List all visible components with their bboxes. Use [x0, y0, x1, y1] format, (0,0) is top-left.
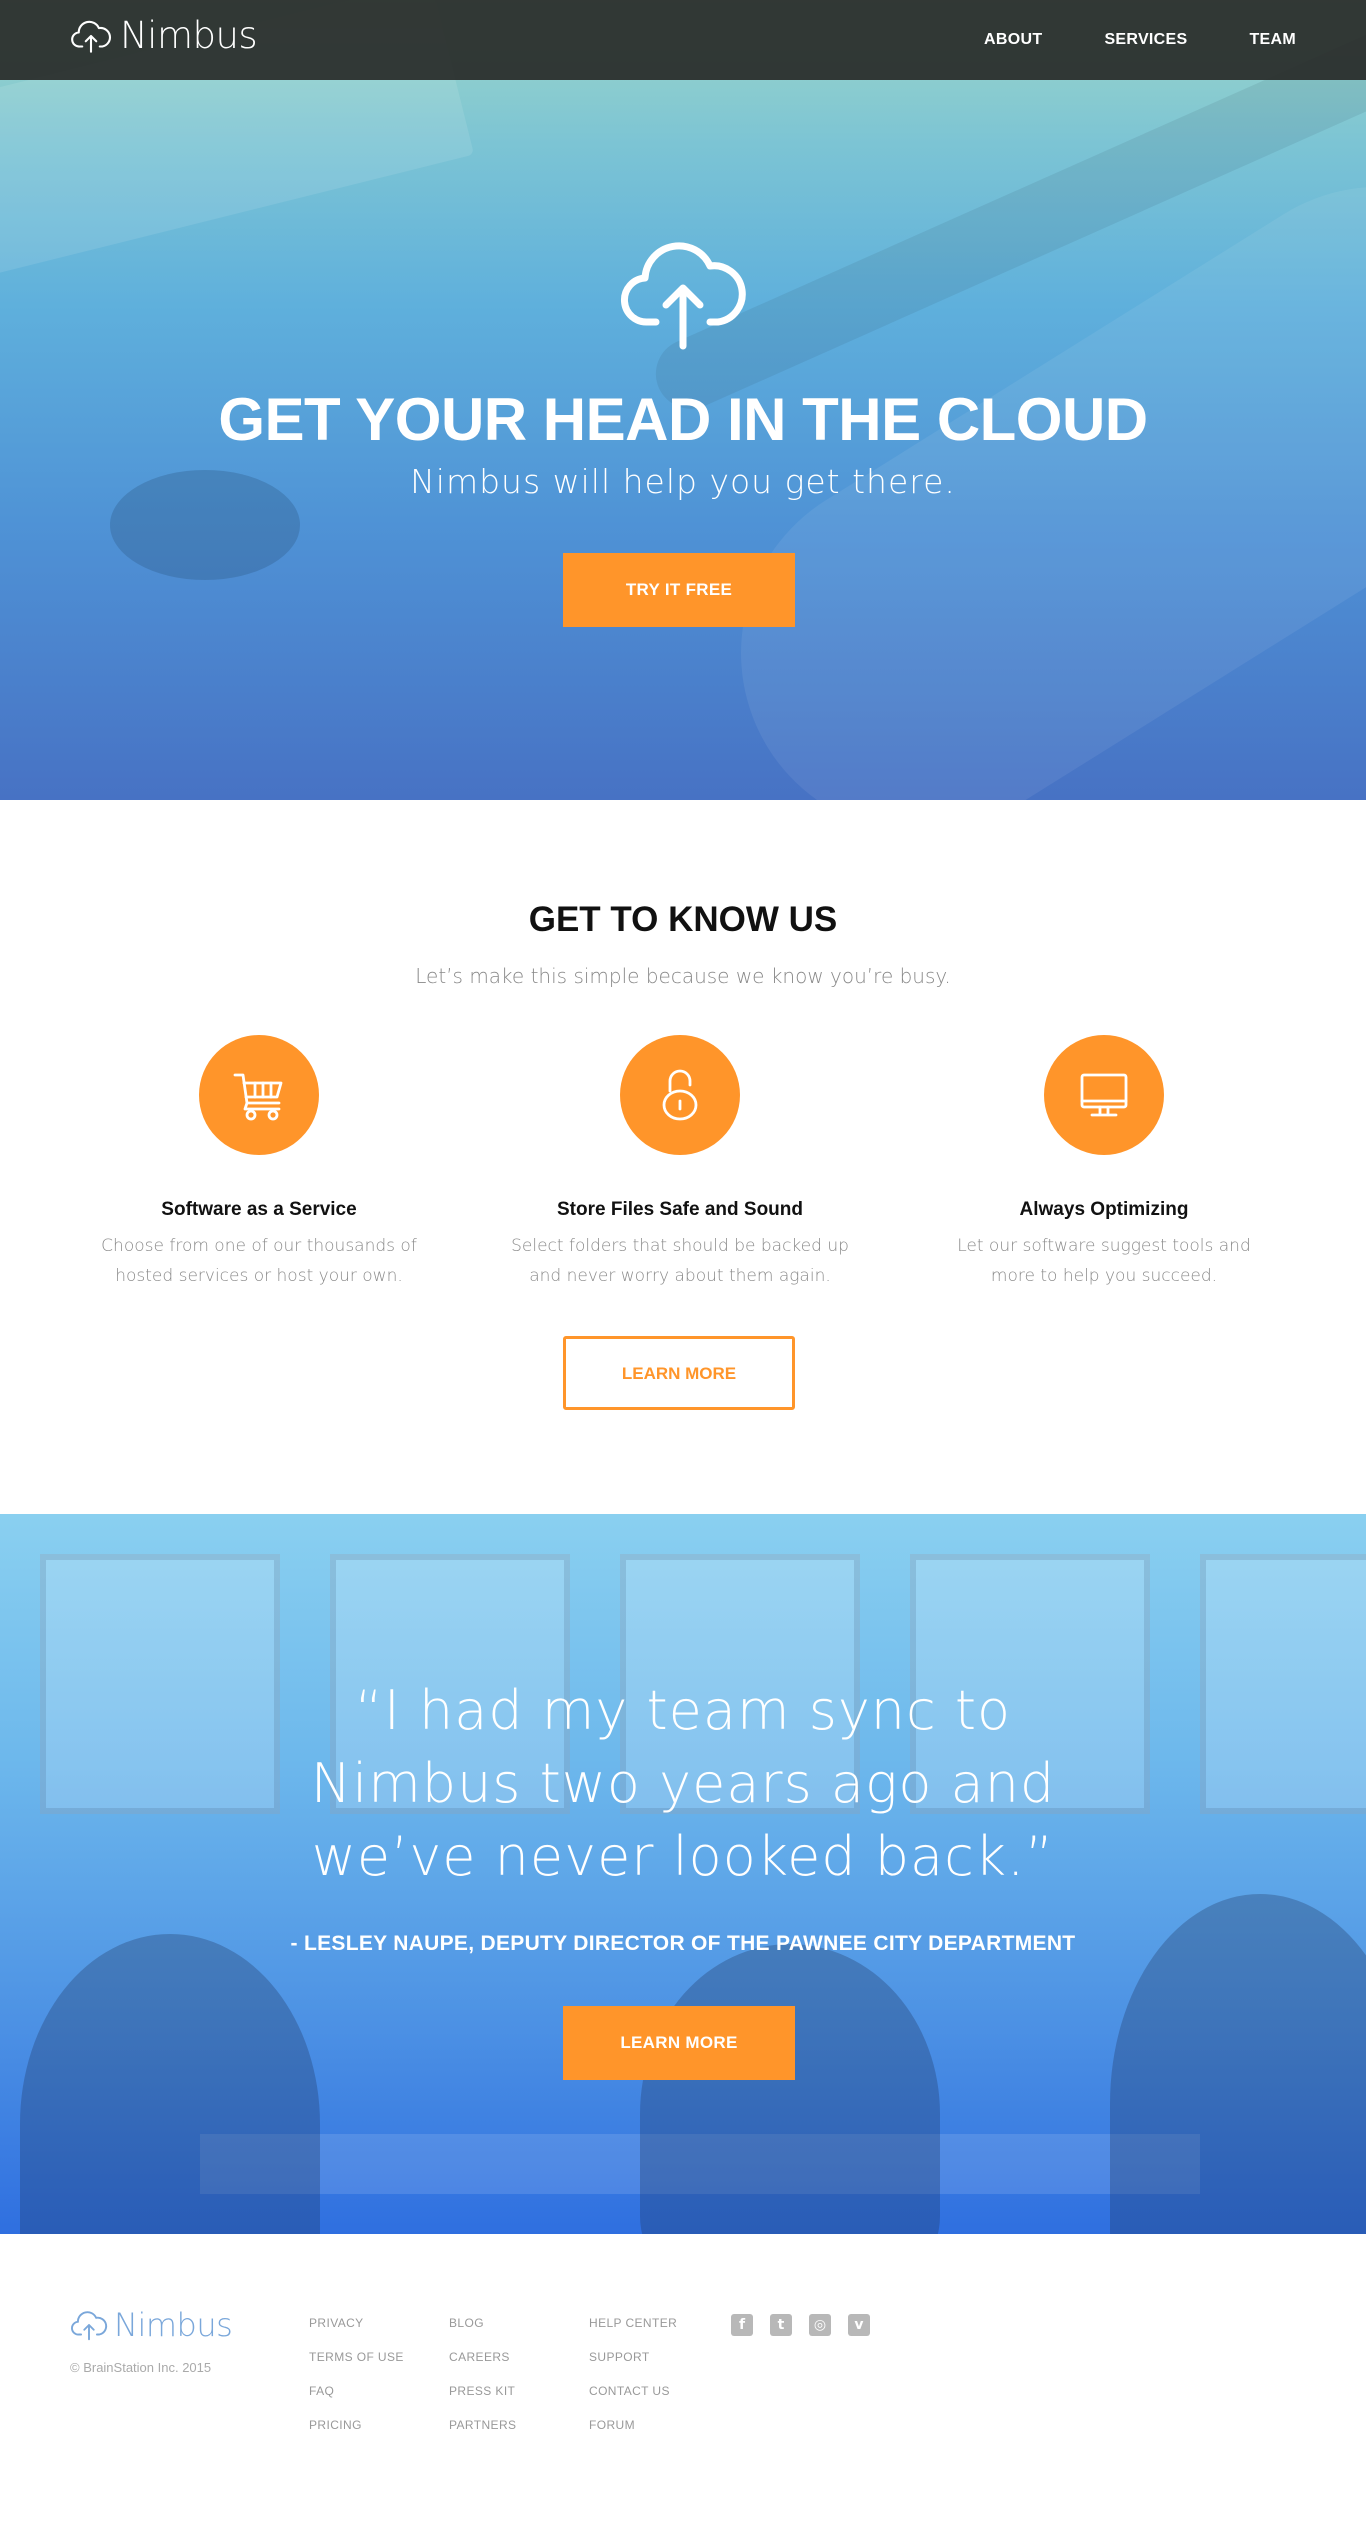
- hero-title: GET YOUR HEAD IN THE CLOUD: [218, 386, 1148, 453]
- hero-section: GET YOUR HEAD IN THE CLOUD Nimbus will h…: [0, 0, 1366, 800]
- feature-title: Always Optimizing: [1019, 1199, 1189, 1220]
- nav-team[interactable]: TEAM: [1249, 31, 1296, 49]
- feature-description: Select folders that should be backed up …: [511, 1236, 849, 1286]
- monitor-icon: [1080, 1073, 1128, 1117]
- learn-more-button[interactable]: LEARN MORE: [563, 1336, 795, 1410]
- feature-icon-circle: [1044, 1035, 1164, 1155]
- vimeo-icon[interactable]: v: [848, 2314, 870, 2336]
- main-nav: ABOUT SERVICES TEAM: [984, 0, 1296, 80]
- background-person: [20, 1934, 320, 2234]
- about-section: GET TO KNOW US Let’s make this simple be…: [0, 800, 1366, 1514]
- site-header: Nimbus ABOUT SERVICES TEAM: [0, 0, 1366, 80]
- cloud-upload-icon: [71, 2311, 108, 2341]
- feature-title: Software as a Service: [161, 1199, 357, 1220]
- footer-logo[interactable]: Nimbus: [70, 2306, 233, 2344]
- footer-link-privacy[interactable]: PRIVACY: [309, 2316, 364, 2330]
- background-person: [640, 1944, 940, 2234]
- hero-subtitle: Nimbus will help you get there.: [410, 462, 956, 501]
- cloud-upload-icon: [621, 242, 746, 350]
- padlock-icon: [662, 1069, 698, 1121]
- copyright: © BrainStation Inc. 2015: [70, 2360, 212, 2375]
- logo[interactable]: Nimbus: [70, 14, 258, 57]
- footer-link-support[interactable]: SUPPORT: [589, 2350, 650, 2364]
- background-window: [1200, 1554, 1366, 1814]
- footer-column: BLOG CAREERS PRESS KIT PARTNERS: [449, 2314, 516, 2450]
- feature-store-files: Store Files Safe and Sound Select folder…: [490, 1035, 870, 1291]
- footer-link-faq[interactable]: FAQ: [309, 2384, 334, 2398]
- facebook-icon[interactable]: f: [731, 2314, 753, 2336]
- twitter-icon[interactable]: t: [770, 2314, 792, 2336]
- logo-text: Nimbus: [120, 14, 258, 57]
- footer-link-press-kit[interactable]: PRESS KIT: [449, 2384, 515, 2398]
- footer-link-blog[interactable]: BLOG: [449, 2316, 484, 2330]
- feature-icon-circle: [620, 1035, 740, 1155]
- try-it-free-button[interactable]: TRY IT FREE: [563, 553, 795, 627]
- site-footer: Nimbus © BrainStation Inc. 2015 PRIVACY …: [0, 2234, 1366, 2524]
- footer-column: HELP CENTER SUPPORT CONTACT US FORUM: [589, 2314, 677, 2450]
- hero-content: GET YOUR HEAD IN THE CLOUD Nimbus will h…: [0, 0, 1366, 800]
- cloud-upload-icon: [71, 20, 112, 53]
- feature-saas: Software as a Service Choose from one of…: [69, 1035, 449, 1291]
- footer-link-help-center[interactable]: HELP CENTER: [589, 2316, 677, 2330]
- footer-logo-text: Nimbus: [114, 2306, 233, 2344]
- feature-description: Let our software suggest tools and more …: [957, 1236, 1251, 1286]
- instagram-icon[interactable]: ◎: [809, 2314, 831, 2336]
- feature-title: Store Files Safe and Sound: [557, 1199, 803, 1220]
- testimonial-author: - LESLEY NAUPE, DEPUTY DIRECTOR OF THE P…: [290, 1932, 1076, 1955]
- feature-description: Choose from one of our thousands of host…: [101, 1236, 417, 1286]
- footer-link-careers[interactable]: CAREERS: [449, 2350, 510, 2364]
- testimonial-quote: “I had my team sync to Nimbus two years …: [310, 1679, 1056, 1888]
- footer-link-partners[interactable]: PARTNERS: [449, 2418, 516, 2432]
- footer-link-forum[interactable]: FORUM: [589, 2418, 635, 2432]
- social-links: f t ◎ v: [731, 2314, 870, 2336]
- shopping-cart-icon: [233, 1073, 283, 1121]
- footer-link-pricing[interactable]: PRICING: [309, 2418, 362, 2432]
- feature-optimizing: Always Optimizing Let our software sugge…: [914, 1035, 1294, 1291]
- footer-link-contact-us[interactable]: CONTACT US: [589, 2384, 670, 2398]
- testimonial-section: “I had my team sync to Nimbus two years …: [0, 1514, 1366, 2234]
- nav-about[interactable]: ABOUT: [984, 31, 1042, 49]
- nav-services[interactable]: SERVICES: [1104, 31, 1187, 49]
- about-title: GET TO KNOW US: [528, 900, 838, 939]
- about-subtitle: Let’s make this simple because we know y…: [415, 964, 951, 988]
- feature-icon-circle: [199, 1035, 319, 1155]
- testimonial-learn-more-button[interactable]: LEARN MORE: [563, 2006, 795, 2080]
- footer-link-terms[interactable]: TERMS OF USE: [309, 2350, 404, 2364]
- footer-column: PRIVACY TERMS OF USE FAQ PRICING: [309, 2314, 404, 2450]
- background-window: [40, 1554, 280, 1814]
